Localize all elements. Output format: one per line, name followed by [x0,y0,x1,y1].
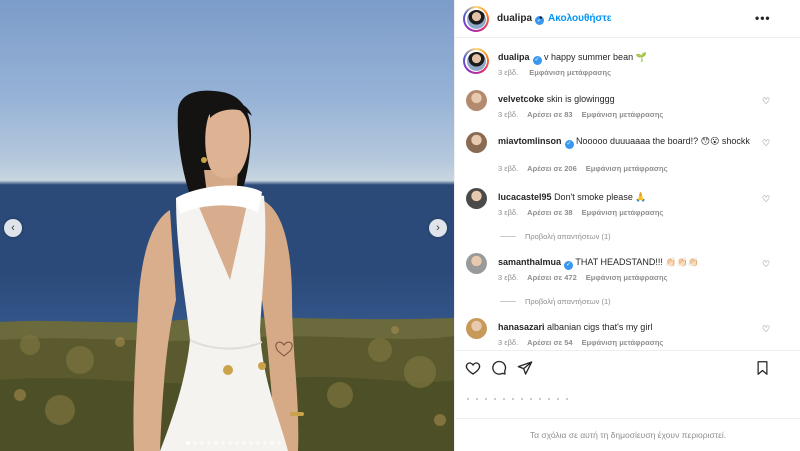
commenter-avatar[interactable] [466,90,487,111]
caption-avatar[interactable] [463,48,489,74]
author-avatar[interactable] [463,6,489,32]
comment-translate-link[interactable]: Εμφάνιση μετάφρασης [582,110,664,119]
chevron-right-icon: › [436,222,440,234]
heart-icon[interactable] [465,360,481,376]
carousel-dot [249,441,253,445]
header-separator: • [539,13,543,24]
caption-translate-link[interactable]: Εμφάνιση μετάφρασης [529,68,611,77]
comment-like-icon[interactable]: ♡ [762,324,770,335]
commenter-avatar[interactable] [466,188,487,209]
carousel-dot [207,441,211,445]
photo-illustration [0,90,454,451]
author-username[interactable]: dualipa ✓ [497,13,545,25]
comment-text: samanthalmua ✓ THAT HEADSTAND!!! 👏🏻👏🏻👏🏻 [498,256,758,270]
commenter-avatar[interactable] [466,318,487,339]
comment-likes[interactable]: Αρέσει σε 206 [527,164,577,173]
carousel-dot [186,441,190,445]
post-header: dualipa ✓ • Ακολουθήστε ••• [455,0,800,38]
carousel-dot [256,441,260,445]
carousel-dot [200,441,204,445]
likes-count-placeholder [467,387,607,400]
comment-translate-link[interactable]: Εμφάνιση μετάφρασης [582,338,664,347]
commenter-avatar[interactable] [466,253,487,274]
comment-like-icon[interactable]: ♡ [762,138,770,149]
bookmark-icon[interactable] [755,360,770,376]
comment-translate-link[interactable]: Εμφάνιση μετάφρασης [582,208,664,217]
comment-text: velvetcoke skin is glowinggg [498,93,758,105]
comment-age: 3 εβδ. [498,273,519,282]
comment-text: hanasazari albanian cigs that's my girl [498,321,758,333]
comment-meta: 3 εβδ. Αρέσει σε 472 Εμφάνιση μετάφρασης [498,273,677,282]
comment-body: skin is glowinggg [546,94,615,104]
caption-text: dualipa ✓ v happy summer bean 🌱 [498,51,758,65]
comment-age: 3 εβδ. [498,164,519,173]
comment-text: lucacastel95 Don't smoke please 🙏 [498,191,758,203]
comment-like-icon[interactable]: ♡ [762,96,770,107]
carousel-dot [277,441,281,445]
carousel-dot [214,441,218,445]
instagram-post: ‹ › dualipa ✓ • Ακολουθήστε ••• dualipa ✓ … [0,0,800,451]
carousel-dot [221,441,225,445]
carousel-dot [193,441,197,445]
verified-badge-icon: ✓ [532,55,542,65]
comment-translate-link[interactable]: Εμφάνιση μετάφρασης [586,164,668,173]
comment-body: Nooooo duuuaaaa the board!? 😯😮 shockk [576,136,750,146]
carousel-dot [270,441,274,445]
comment-translate-link[interactable]: Εμφάνιση μετάφρασης [586,273,668,282]
previous-photo-button[interactable]: ‹ [4,219,22,237]
replies-line [500,301,516,302]
replies-line [500,236,516,237]
post-photo[interactable]: ‹ › [0,0,454,451]
comment-age: 3 εβδ. [498,338,519,347]
action-bar [455,350,800,384]
commenter-avatar[interactable] [466,132,487,153]
post-side-panel: dualipa ✓ • Ακολουθήστε ••• dualipa ✓ v ha… [454,0,800,451]
comment-meta: 3 εβδ. Αρέσει σε 83 Εμφάνιση μετάφρασης [498,110,672,119]
comment-age: 3 εβδ. [498,110,519,119]
comments-limited-notice: Τα σχόλια σε αυτή τη δημοσίευση έχουν πε… [455,418,800,451]
commenter-username[interactable]: hanasazari [498,322,545,332]
caption-body: v happy summer bean 🌱 [544,52,647,62]
comment-likes[interactable]: Αρέσει σε 54 [527,338,572,347]
commenter-username[interactable]: velvetcoke [498,94,544,104]
follow-button[interactable]: Ακολουθήστε [548,13,612,24]
comment-body: Don't smoke please 🙏 [554,192,647,202]
carousel-dot [242,441,246,445]
next-photo-button[interactable]: › [429,219,447,237]
verified-badge-icon: ✓ [564,139,574,149]
comment-like-icon[interactable]: ♡ [762,194,770,205]
caption: dualipa ✓ v happy summer bean 🌱 3 εβδ. Εμ… [455,46,800,80]
comment-meta: 3 εβδ. Αρέσει σε 206 Εμφάνιση μετάφρασης [498,164,677,173]
caption-age: 3 εβδ. [498,68,519,77]
carousel-dot [235,441,239,445]
comment-age: 3 εβδ. [498,208,519,217]
comment-icon[interactable] [491,360,507,376]
verified-badge-icon: ✓ [564,260,574,270]
view-replies-label: Προβολή απαντήσεων (1) [525,232,611,241]
carousel-dot [228,441,232,445]
comment-likes[interactable]: Αρέσει σε 472 [527,273,577,282]
comment-body: THAT HEADSTAND!!! 👏🏻👏🏻👏🏻 [575,257,700,267]
caption-meta: 3 εβδ. Εμφάνιση μετάφρασης [498,68,620,77]
carousel-dot [263,441,267,445]
comment-likes[interactable]: Αρέσει σε 38 [527,208,572,217]
view-replies-label: Προβολή απαντήσεων (1) [525,297,611,306]
more-horizontal-icon[interactable]: ••• [755,11,771,25]
comment-like-icon[interactable]: ♡ [762,259,770,270]
caption-username[interactable]: dualipa [498,52,530,62]
view-replies-link[interactable]: Προβολή απαντήσεων (1) [500,297,611,306]
commenter-username[interactable]: lucacastel95 [498,192,552,202]
comment-meta: 3 εβδ. Αρέσει σε 38 Εμφάνιση μετάφρασης [498,208,672,217]
chevron-left-icon: ‹ [11,222,15,234]
commenter-username[interactable]: miavtomlinson [498,136,562,146]
comment-meta: 3 εβδ. Αρέσει σε 54 Εμφάνιση μετάφρασης [498,338,672,347]
comment-likes[interactable]: Αρέσει σε 83 [527,110,572,119]
comment-body: albanian cigs that's my girl [547,322,653,332]
carousel-indicator [186,441,281,445]
send-icon[interactable] [517,360,533,376]
view-replies-link[interactable]: Προβολή απαντήσεων (1) [500,232,611,241]
commenter-username[interactable]: samanthalmua [498,257,561,267]
comment-text: miavtomlinson ✓ Nooooo duuuaaaa the board… [498,135,758,149]
